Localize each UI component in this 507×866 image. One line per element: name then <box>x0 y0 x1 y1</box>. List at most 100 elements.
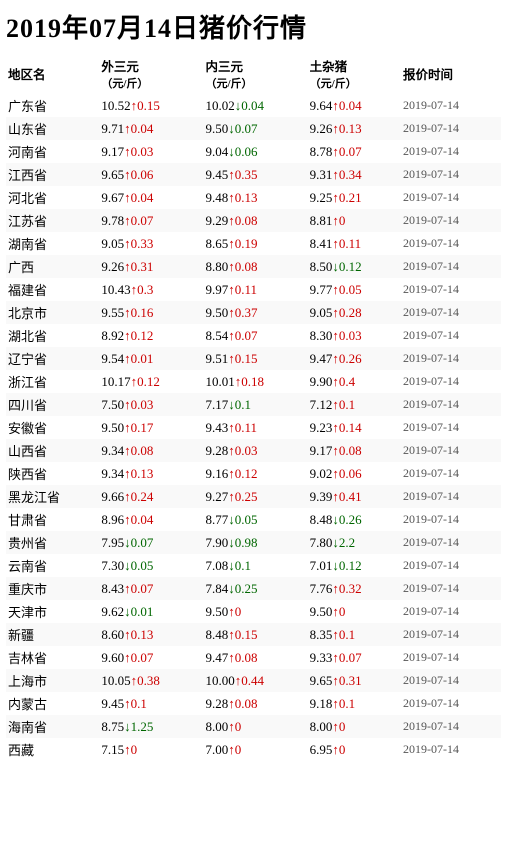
table-row: 辽宁省9.54↑0.019.51↑0.159.47↑0.262019-07-14 <box>6 347 501 370</box>
date-cell: 2019-07-14 <box>401 94 501 117</box>
price-cell: 8.80↑0.08 <box>204 255 308 278</box>
price-cell: 10.05↑0.38 <box>99 669 203 692</box>
date-cell: 2019-07-14 <box>401 485 501 508</box>
date-cell: 2019-07-14 <box>401 577 501 600</box>
date-cell: 2019-07-14 <box>401 278 501 301</box>
price-cell: 7.84↓0.25 <box>204 577 308 600</box>
price-cell: 7.30↓0.05 <box>99 554 203 577</box>
price-cell: 9.17↑0.08 <box>308 439 401 462</box>
region-cell: 甘肃省 <box>6 508 99 531</box>
price-cell: 9.54↑0.01 <box>99 347 203 370</box>
price-cell: 9.77↑0.05 <box>308 278 401 301</box>
table-row: 甘肃省8.96↑0.048.77↓0.058.48↓0.262019-07-14 <box>6 508 501 531</box>
price-cell: 10.01↑0.18 <box>204 370 308 393</box>
price-cell: 8.78↑0.07 <box>308 140 401 163</box>
col-tz: 土杂猪（元/斤） <box>308 53 401 94</box>
table-row: 海南省8.75↓1.258.00↑08.00↑02019-07-14 <box>6 715 501 738</box>
table-row: 内蒙古9.45↑0.19.28↑0.089.18↑0.12019-07-14 <box>6 692 501 715</box>
table-row: 新疆8.60↑0.138.48↑0.158.35↑0.12019-07-14 <box>6 623 501 646</box>
table-row: 云南省7.30↓0.057.08↓0.17.01↓0.122019-07-14 <box>6 554 501 577</box>
price-cell: 9.78↑0.07 <box>99 209 203 232</box>
table-row: 重庆市8.43↑0.077.84↓0.257.76↑0.322019-07-14 <box>6 577 501 600</box>
table-row: 河南省9.17↑0.039.04↓0.068.78↑0.072019-07-14 <box>6 140 501 163</box>
table-row: 山东省9.71↑0.049.50↓0.079.26↑0.132019-07-14 <box>6 117 501 140</box>
region-cell: 北京市 <box>6 301 99 324</box>
price-cell: 8.35↑0.1 <box>308 623 401 646</box>
price-cell: 7.50↑0.03 <box>99 393 203 416</box>
price-cell: 9.34↑0.08 <box>99 439 203 462</box>
table-row: 西藏7.15↑07.00↑06.95↑02019-07-14 <box>6 738 501 761</box>
price-cell: 9.18↑0.1 <box>308 692 401 715</box>
price-cell: 7.95↓0.07 <box>99 531 203 554</box>
price-cell: 9.50↑0 <box>308 600 401 623</box>
date-cell: 2019-07-14 <box>401 554 501 577</box>
region-cell: 内蒙古 <box>6 692 99 715</box>
price-table: 地区名 外三元（元/斤） 内三元（元/斤） 土杂猪（元/斤） 报价时间 广东省1… <box>6 53 501 761</box>
price-cell: 8.50↓0.12 <box>308 255 401 278</box>
region-cell: 安徽省 <box>6 416 99 439</box>
col-n3: 内三元（元/斤） <box>204 53 308 94</box>
table-row: 四川省7.50↑0.037.17↓0.17.12↑0.12019-07-14 <box>6 393 501 416</box>
price-cell: 9.05↑0.33 <box>99 232 203 255</box>
date-cell: 2019-07-14 <box>401 692 501 715</box>
date-cell: 2019-07-14 <box>401 646 501 669</box>
region-cell: 新疆 <box>6 623 99 646</box>
region-cell: 江苏省 <box>6 209 99 232</box>
price-cell: 9.65↑0.06 <box>99 163 203 186</box>
price-cell: 7.80↓2.2 <box>308 531 401 554</box>
price-cell: 9.62↓0.01 <box>99 600 203 623</box>
price-cell: 7.08↓0.1 <box>204 554 308 577</box>
price-cell: 8.92↑0.12 <box>99 324 203 347</box>
price-cell: 9.27↑0.25 <box>204 485 308 508</box>
price-cell: 8.81↑0 <box>308 209 401 232</box>
region-cell: 江西省 <box>6 163 99 186</box>
region-cell: 广东省 <box>6 94 99 117</box>
date-cell: 2019-07-14 <box>401 347 501 370</box>
table-row: 吉林省9.60↑0.079.47↑0.089.33↑0.072019-07-14 <box>6 646 501 669</box>
price-cell: 9.50↑0.17 <box>99 416 203 439</box>
region-cell: 吉林省 <box>6 646 99 669</box>
price-cell: 9.02↑0.06 <box>308 462 401 485</box>
table-row: 北京市9.55↑0.169.50↑0.379.05↑0.282019-07-14 <box>6 301 501 324</box>
price-cell: 9.05↑0.28 <box>308 301 401 324</box>
date-cell: 2019-07-14 <box>401 393 501 416</box>
price-cell: 9.23↑0.14 <box>308 416 401 439</box>
price-cell: 9.17↑0.03 <box>99 140 203 163</box>
price-cell: 9.64↑0.04 <box>308 94 401 117</box>
price-cell: 8.43↑0.07 <box>99 577 203 600</box>
table-row: 上海市10.05↑0.3810.00↑0.449.65↑0.312019-07-… <box>6 669 501 692</box>
table-row: 山西省9.34↑0.089.28↑0.039.17↑0.082019-07-14 <box>6 439 501 462</box>
date-cell: 2019-07-14 <box>401 715 501 738</box>
region-cell: 四川省 <box>6 393 99 416</box>
table-row: 陕西省9.34↑0.139.16↑0.129.02↑0.062019-07-14 <box>6 462 501 485</box>
price-cell: 7.17↓0.1 <box>204 393 308 416</box>
region-cell: 湖北省 <box>6 324 99 347</box>
price-cell: 9.45↑0.1 <box>99 692 203 715</box>
price-cell: 8.60↑0.13 <box>99 623 203 646</box>
date-cell: 2019-07-14 <box>401 117 501 140</box>
price-cell: 7.15↑0 <box>99 738 203 761</box>
table-row: 湖北省8.92↑0.128.54↑0.078.30↑0.032019-07-14 <box>6 324 501 347</box>
price-cell: 9.31↑0.34 <box>308 163 401 186</box>
price-cell: 10.52↑0.15 <box>99 94 203 117</box>
region-cell: 山东省 <box>6 117 99 140</box>
price-cell: 9.28↑0.08 <box>204 692 308 715</box>
table-row: 福建省10.43↑0.39.97↑0.119.77↑0.052019-07-14 <box>6 278 501 301</box>
price-cell: 9.50↑0 <box>204 600 308 623</box>
price-cell: 8.48↑0.15 <box>204 623 308 646</box>
table-row: 江苏省9.78↑0.079.29↑0.088.81↑02019-07-14 <box>6 209 501 232</box>
region-cell: 福建省 <box>6 278 99 301</box>
price-cell: 9.66↑0.24 <box>99 485 203 508</box>
price-cell: 10.02↓0.04 <box>204 94 308 117</box>
price-cell: 9.47↑0.26 <box>308 347 401 370</box>
region-cell: 贵州省 <box>6 531 99 554</box>
date-cell: 2019-07-14 <box>401 255 501 278</box>
table-row: 江西省9.65↑0.069.45↑0.359.31↑0.342019-07-14 <box>6 163 501 186</box>
col-w3: 外三元（元/斤） <box>99 53 203 94</box>
price-cell: 8.65↑0.19 <box>204 232 308 255</box>
price-cell: 9.28↑0.03 <box>204 439 308 462</box>
table-row: 天津市9.62↓0.019.50↑09.50↑02019-07-14 <box>6 600 501 623</box>
price-cell: 7.12↑0.1 <box>308 393 401 416</box>
price-cell: 9.71↑0.04 <box>99 117 203 140</box>
price-cell: 9.26↑0.31 <box>99 255 203 278</box>
